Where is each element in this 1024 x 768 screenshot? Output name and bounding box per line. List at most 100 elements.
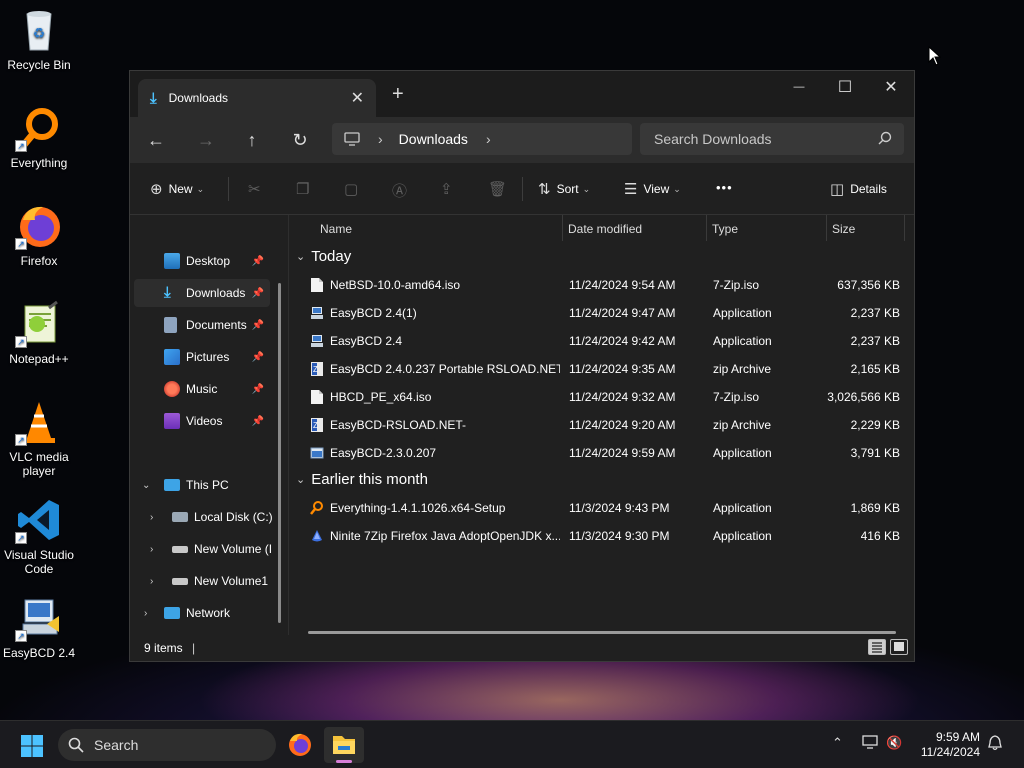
- desktop-icon-vlc[interactable]: ↗ VLC media player: [2, 398, 76, 478]
- minimize-button[interactable]: —: [776, 71, 822, 103]
- desktop-icon-recycle-bin[interactable]: ♻ Recycle Bin: [2, 6, 76, 72]
- notification-bell-icon[interactable]: [988, 735, 1002, 754]
- command-separator: [228, 177, 229, 201]
- music-folder-icon: [164, 381, 180, 397]
- desktop-icon-easybcd[interactable]: ↗ EasyBCD 2.4: [2, 594, 76, 660]
- column-header-size[interactable]: Size: [832, 215, 855, 243]
- forward-button[interactable]: →: [196, 130, 216, 150]
- file-row[interactable]: EasyBCD 2.4 11/24/2024 9:42 AM Applicati…: [290, 327, 914, 355]
- everything-search-icon: [310, 501, 323, 515]
- file-icon: [311, 278, 323, 292]
- copy-button[interactable]: ❐: [296, 180, 315, 198]
- network-status-icon[interactable]: [862, 735, 878, 752]
- sidebar-item-network[interactable]: › Network: [134, 599, 270, 627]
- file-row[interactable]: HBCD_PE_x64.iso 11/24/2024 9:32 AM 7-Zip…: [290, 383, 914, 411]
- sidebar-item-videos[interactable]: Videos 📌: [134, 407, 270, 435]
- search-downloads-input[interactable]: Search Downloads: [640, 123, 904, 155]
- taskbar-clock[interactable]: 9:59 AM 11/24/2024: [912, 730, 980, 760]
- breadcrumb-downloads[interactable]: Downloads: [399, 131, 468, 147]
- desktop-icon-vscode[interactable]: ↗ Visual Studio Code: [2, 496, 76, 576]
- tiles-view-button[interactable]: [890, 639, 908, 655]
- sidebar-item-local-disk[interactable]: › Local Disk (C:): [134, 503, 273, 531]
- shortcut-arrow-icon: ↗: [15, 238, 27, 250]
- more-options-button[interactable]: •••: [716, 180, 733, 195]
- chevron-right-icon[interactable]: ›: [150, 512, 153, 523]
- group-header-earlier-this-month[interactable]: ⌄ Earlier this month: [296, 471, 428, 488]
- column-separator[interactable]: [826, 215, 827, 241]
- sidebar-item-new-volume[interactable]: › New Volume (I: [134, 535, 272, 563]
- close-tab-button[interactable]: ✕: [351, 88, 364, 108]
- share-button[interactable]: ⇪: [440, 180, 459, 198]
- chevron-right-icon[interactable]: ›: [144, 608, 147, 619]
- column-header-type[interactable]: Type: [712, 215, 738, 243]
- new-button[interactable]: ⊕ New ⌄: [150, 180, 204, 198]
- back-button[interactable]: ←: [146, 130, 166, 150]
- tab-downloads[interactable]: ⤓ Downloads ✕: [138, 79, 376, 117]
- details-view-button[interactable]: [868, 639, 886, 655]
- column-separator[interactable]: [706, 215, 707, 241]
- volume-muted-icon[interactable]: 🔇: [886, 735, 902, 751]
- taskbar-app-file-explorer[interactable]: [324, 727, 364, 763]
- address-bar[interactable]: › Downloads ›: [332, 123, 632, 155]
- sidebar-scrollbar[interactable]: [278, 283, 281, 623]
- file-row[interactable]: Everything-1.4.1.1026.x64-Setup 11/3/202…: [290, 494, 914, 522]
- breadcrumb-separator-icon[interactable]: ›: [486, 131, 491, 147]
- shortcut-arrow-icon: ↗: [15, 532, 27, 544]
- maximize-button[interactable]: ☐: [822, 71, 868, 103]
- column-header-date[interactable]: Date modified: [568, 215, 642, 243]
- column-separator[interactable]: [562, 215, 563, 241]
- notepad-plus-plus-icon: ↗: [15, 300, 63, 348]
- delete-button[interactable]: 🗑: [488, 180, 513, 198]
- sidebar-item-documents[interactable]: Documents 📌: [134, 311, 270, 339]
- close-window-button[interactable]: ✕: [868, 71, 914, 103]
- file-date: 11/24/2024 9:42 AM: [569, 334, 676, 348]
- sidebar-item-desktop[interactable]: Desktop 📌: [134, 247, 270, 275]
- taskbar-app-firefox[interactable]: [280, 727, 320, 763]
- new-tab-button[interactable]: +: [392, 83, 404, 106]
- sidebar-item-music[interactable]: Music 📌: [134, 375, 270, 403]
- taskbar: Search ⌃ 🔇 9:59 AM 11/24/2024: [0, 720, 1024, 768]
- column-header-name[interactable]: Name: [320, 215, 352, 243]
- cut-button[interactable]: ✂: [248, 180, 267, 198]
- file-row[interactable]: Ninite 7Zip Firefox Java AdoptOpenJDK x.…: [290, 522, 914, 550]
- chevron-right-icon[interactable]: ›: [150, 576, 153, 587]
- refresh-button[interactable]: ↻: [290, 130, 310, 150]
- plus-circle-icon: ⊕: [150, 181, 163, 198]
- taskbar-search-box[interactable]: Search: [58, 729, 276, 761]
- file-row[interactable]: EasyBCD 2.4(1) 11/24/2024 9:47 AM Applic…: [290, 299, 914, 327]
- file-row[interactable]: NetBSD-10.0-amd64.iso 11/24/2024 9:54 AM…: [290, 271, 914, 299]
- sort-button[interactable]: ⇅ Sort ⌄: [538, 180, 590, 198]
- desktop-icon-notepad-plus-plus[interactable]: ↗ Notepad++: [2, 300, 76, 366]
- details-pane-button[interactable]: ◫ Details: [830, 180, 887, 198]
- sidebar-item-label: Network: [186, 606, 231, 620]
- sidebar-item-downloads[interactable]: ⤓ Downloads 📌: [134, 279, 270, 307]
- file-type: Application: [713, 501, 772, 515]
- file-row[interactable]: EasyBCD-2.3.0.207 11/24/2024 9:59 AM App…: [290, 439, 914, 467]
- column-separator[interactable]: [904, 215, 905, 241]
- sidebar-item-pictures[interactable]: Pictures 📌: [134, 343, 270, 371]
- details-label: Details: [850, 182, 887, 196]
- paste-button[interactable]: ▢: [344, 180, 364, 198]
- group-header-today[interactable]: ⌄ Today: [296, 248, 351, 265]
- firefox-icon: ↗: [15, 202, 63, 250]
- pane-divider[interactable]: [288, 215, 289, 635]
- view-button[interactable]: ☰ View ⌄: [624, 180, 681, 198]
- sidebar-item-this-pc[interactable]: ⌄ This PC: [134, 471, 270, 499]
- file-name: NetBSD-10.0-amd64.iso: [330, 278, 461, 292]
- file-row[interactable]: Z EasyBCD 2.4.0.237 Portable RSLOAD.NET …: [290, 355, 914, 383]
- desktop-icon-firefox[interactable]: ↗ Firefox: [2, 202, 76, 268]
- up-button[interactable]: ↑: [242, 130, 262, 150]
- sidebar-item-label: This PC: [186, 478, 229, 492]
- file-name: EasyBCD 2.4(1): [330, 306, 417, 320]
- chevron-right-icon[interactable]: ›: [150, 544, 153, 555]
- pictures-folder-icon: [164, 349, 180, 365]
- rename-button[interactable]: Ⓐ: [392, 180, 413, 201]
- chevron-down-icon[interactable]: ⌄: [142, 480, 150, 491]
- windows-start-icon[interactable]: [20, 734, 44, 758]
- firefox-icon: [289, 733, 311, 756]
- file-explorer-window: ⤓ Downloads ✕ + — ☐ ✕ ← → ↑ ↻ › Download…: [129, 70, 915, 662]
- show-hidden-icons-chevron-up-icon[interactable]: ⌃: [832, 735, 843, 751]
- sidebar-item-new-volume1[interactable]: › New Volume1: [134, 567, 270, 595]
- desktop-icon-everything[interactable]: ↗ Everything: [2, 104, 76, 170]
- file-row[interactable]: Z EasyBCD-RSLOAD.NET- 11/24/2024 9:20 AM…: [290, 411, 914, 439]
